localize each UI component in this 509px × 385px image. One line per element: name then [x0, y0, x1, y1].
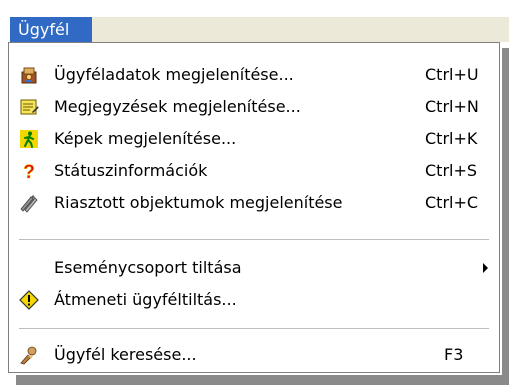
menu-item-label: Képek megjelenítése... — [54, 129, 237, 148]
context-dropdown-menu: Ügyféladatok megjelenítése... Ctrl+U Meg… — [8, 42, 500, 373]
menu-item-shortcut: Ctrl+S — [425, 161, 478, 180]
menu-item-disable-event-group[interactable]: Eseménycsoport tiltása — [9, 252, 499, 284]
menu-title-label: Ügyfél — [18, 20, 70, 39]
menu-shadow-right — [502, 48, 509, 385]
svg-text:?: ? — [23, 162, 35, 181]
menu-item-label: Ügyfél keresése... — [54, 345, 197, 364]
menu-item-label: Riasztott objektumok megjelenítése — [54, 193, 343, 212]
menu-item-shortcut: Ctrl+C — [425, 193, 479, 212]
menu-item-shortcut: F3 — [444, 345, 464, 364]
menu-item-label: Megjegyzések megjelenítése... — [54, 97, 301, 116]
menu-item-label: Ügyféladatok megjelenítése... — [54, 65, 294, 84]
menu-item-temporary-customer-disable[interactable]: Átmeneti ügyféltiltás... — [9, 284, 499, 316]
menu-item-status-info[interactable]: ? Státuszinformációk Ctrl+S — [9, 155, 499, 187]
menu-shadow-bottom — [16, 375, 509, 385]
search-customer-icon — [20, 346, 37, 365]
menu-item-shortcut: Ctrl+U — [425, 65, 479, 84]
menu-item-shortcut: Ctrl+K — [425, 129, 478, 148]
menu-item-label: Átmeneti ügyféltiltás... — [54, 290, 237, 309]
menu-separator — [19, 328, 489, 329]
menu-item-label: Státuszinformációk — [54, 161, 208, 180]
menu-item-alarmed-objects[interactable]: Riasztott objektumok megjelenítése Ctrl+… — [9, 187, 499, 219]
menu-item-label: Eseménycsoport tiltása — [54, 258, 242, 277]
menu-item-search-customer[interactable]: Ügyfél keresése... F3 — [9, 339, 499, 371]
menu-item-images[interactable]: Képek megjelenítése... Ctrl+K — [9, 123, 499, 155]
menu-item-customer-data[interactable]: Ügyféladatok megjelenítése... Ctrl+U — [9, 59, 499, 91]
alarmed-objects-icon — [20, 195, 38, 213]
warning-icon — [19, 290, 39, 310]
submenu-arrow-icon — [483, 263, 488, 273]
images-icon — [20, 130, 38, 148]
question-mark-icon: ? — [23, 162, 35, 181]
menu-ugyfel[interactable]: Ügyfél — [10, 17, 92, 42]
menubar-background — [92, 17, 509, 42]
menu-item-shortcut: Ctrl+N — [425, 97, 479, 116]
menu-item-notes[interactable]: Megjegyzések megjelenítése... Ctrl+N — [9, 91, 499, 123]
menu-separator — [19, 239, 489, 240]
notes-icon — [20, 99, 39, 115]
menubar: Ügyfél — [0, 0, 509, 46]
customer-data-icon — [21, 67, 37, 84]
